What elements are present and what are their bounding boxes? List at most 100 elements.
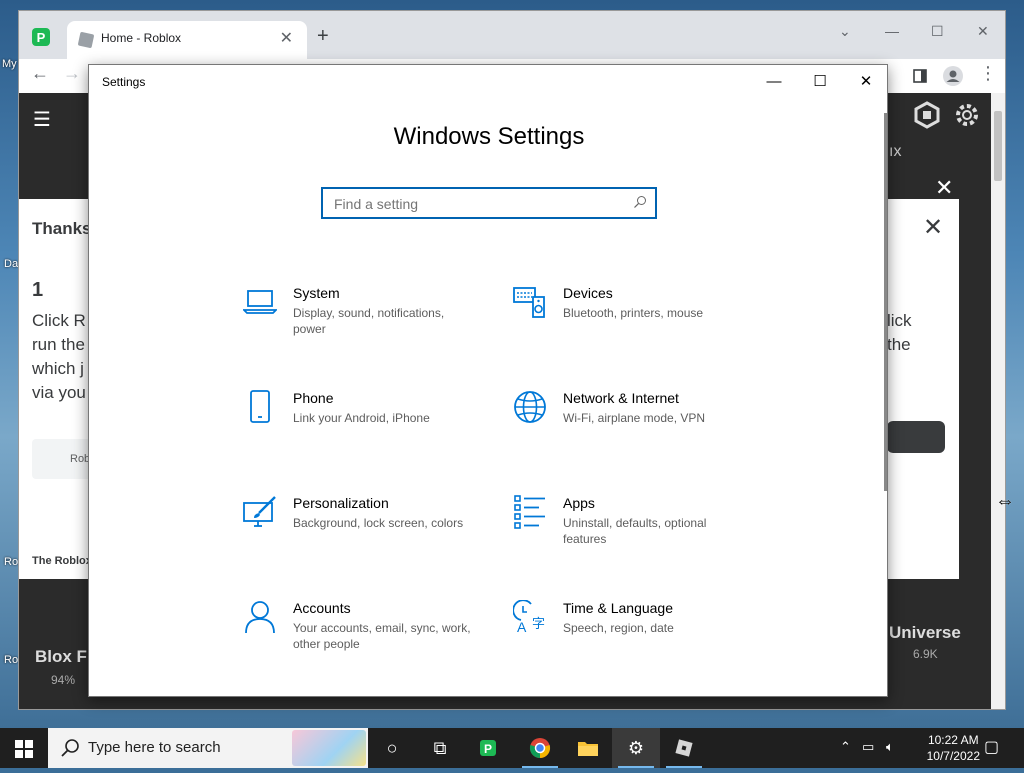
search-icon	[61, 739, 79, 757]
back-button[interactable]: ←	[31, 63, 49, 84]
find-setting-input[interactable]	[334, 196, 624, 212]
clock-time: 10:22 AM	[927, 733, 979, 747]
svg-text:P: P	[37, 30, 46, 45]
item-description: Bluetooth, printers, mouse	[563, 306, 704, 320]
item-title: Network & Internet	[563, 390, 679, 406]
tab-search-chevron-icon[interactable]: ⌄	[839, 23, 851, 40]
roblox-taskbar-icon[interactable]	[660, 728, 708, 768]
item-description: Wi-Fi, airplane mode, VPN	[563, 411, 706, 425]
browser-tab[interactable]: Home - Roblox ✕	[67, 21, 307, 59]
settings-item-apps[interactable]: Apps Uninstall, defaults, optional featu…	[513, 495, 753, 575]
item-title: Personalization	[293, 495, 389, 511]
notifications-icon[interactable]: ▢	[984, 737, 999, 757]
item-title: Phone	[293, 390, 334, 406]
item-title: Apps	[563, 495, 595, 511]
settings-item-accounts[interactable]: Accounts Your accounts, email, sync, wor…	[243, 600, 483, 680]
game-card-title-right[interactable]: Universe	[889, 623, 961, 643]
network-icon[interactable]: ▭	[862, 739, 874, 755]
settings-item-network[interactable]: Network & Internet Wi-Fi, airplane mode,…	[513, 390, 753, 470]
windows-start-icon[interactable]	[15, 740, 33, 758]
settings-window-title: Settings	[102, 75, 146, 89]
chrome-tabstrip: P Home - Roblox ✕ + ⌄ — ☐ ✕	[19, 11, 1005, 59]
settings-scrollbar[interactable]	[884, 113, 887, 491]
taskbar-clock[interactable]: 10:22 AM 10/7/2022	[927, 732, 980, 764]
laptop-icon	[243, 290, 277, 314]
settings-item-time-language[interactable]: A 字 Time & Language Speech, region, date	[513, 600, 753, 680]
svg-text:P: P	[484, 742, 492, 756]
item-description: Link your Android, iPhone	[293, 411, 430, 425]
show-hidden-icons-chevron-icon[interactable]: ⌃	[840, 739, 851, 755]
settings-item-phone[interactable]: Phone Link your Android, iPhone	[243, 390, 483, 470]
file-explorer-icon[interactable]	[564, 728, 612, 768]
settings-window: Settings — ☐ ✕ Windows Settings System D…	[88, 64, 888, 697]
desktop-label: Ro	[4, 654, 19, 666]
keyboard-speaker-icon	[513, 287, 545, 318]
search-highlight-image	[292, 730, 366, 766]
chrome-maximize-button[interactable]: ☐	[931, 23, 944, 40]
app-green-icon[interactable]: P	[31, 27, 51, 47]
task-view-cortana-icon[interactable]: ○	[368, 728, 416, 768]
phone-icon	[250, 390, 270, 423]
volume-icon[interactable]: 🔈︎	[886, 739, 894, 755]
roblox-installer-chip[interactable]: Robl	[32, 439, 93, 479]
game-card-title[interactable]: Blox F	[35, 647, 87, 667]
banner-partial-text: ıx	[889, 143, 902, 160]
settings-taskbar-icon[interactable]: ⚙	[612, 728, 660, 768]
modal-close-icon[interactable]: ✕	[923, 213, 943, 242]
page-scrollbar-thumb[interactable]	[994, 111, 1002, 181]
chrome-minimize-button[interactable]: —	[885, 23, 899, 39]
taskbar: Type here to search ○ ⧉ P ⚙ ⌃ ▭ 🔈︎ 10:22…	[0, 728, 1024, 768]
settings-item-system[interactable]: System Display, sound, notifications, po…	[243, 285, 483, 365]
person-icon	[245, 601, 275, 634]
find-setting-search[interactable]	[321, 187, 657, 219]
settings-heading: Windows Settings	[393, 123, 585, 150]
settings-item-devices[interactable]: Devices Bluetooth, printers, mouse	[513, 285, 753, 365]
item-description: Uninstall, defaults, optional features	[563, 516, 707, 546]
roblox-favicon-icon	[77, 31, 95, 49]
tab-title: Home - Roblox	[101, 31, 182, 45]
chrome-menu-icon[interactable]: ⋮	[979, 63, 997, 84]
chrome-taskbar-icon[interactable]	[516, 728, 564, 768]
clock-date: 10/7/2022	[926, 749, 980, 763]
step-instructions: Click R run the which j via you	[32, 311, 86, 402]
item-description: Your accounts, email, sync, work, other …	[293, 621, 471, 651]
chrome-close-button[interactable]: ✕	[977, 23, 989, 40]
search-icon	[634, 196, 646, 208]
game-card-stat-right: 6.9K	[913, 647, 938, 661]
desktop-label: Ro	[4, 556, 19, 568]
side-panel-icon[interactable]	[913, 69, 927, 83]
item-title: Time & Language	[563, 600, 673, 616]
item-description: Display, sound, notifications, power	[293, 306, 445, 336]
new-tab-button[interactable]: +	[317, 25, 329, 48]
banner-close-icon[interactable]: ✕	[935, 175, 953, 201]
step-instructions-right: lick the	[887, 311, 912, 354]
tab-close-icon[interactable]: ✕	[280, 28, 293, 48]
item-title: Devices	[563, 285, 613, 301]
item-title: System	[293, 285, 340, 301]
settings-gear-icon[interactable]	[953, 101, 981, 129]
item-description: Speech, region, date	[563, 621, 674, 635]
settings-maximize-button[interactable]: ☐	[797, 71, 843, 93]
page-scrollbar[interactable]	[991, 93, 1005, 709]
paintbrush-monitor-icon	[243, 496, 276, 527]
modal-footer: The Roblox	[32, 555, 92, 567]
modal-download-button[interactable]	[887, 421, 945, 453]
svg-text:A: A	[517, 619, 527, 634]
settings-close-button[interactable]: ✕	[843, 71, 889, 93]
taskbar-green-app-icon[interactable]: P	[464, 728, 512, 768]
item-title: Accounts	[293, 600, 351, 616]
robux-icon[interactable]	[913, 101, 941, 129]
apps-list-icon	[514, 495, 545, 529]
taskbar-search-placeholder: Type here to search	[88, 739, 221, 756]
forward-button[interactable]: →	[63, 63, 81, 84]
settings-minimize-button[interactable]: —	[751, 71, 797, 93]
taskbar-search-box[interactable]: Type here to search	[48, 728, 368, 768]
settings-item-personalization[interactable]: Personalization Background, lock screen,…	[243, 495, 483, 575]
hamburger-menu-icon[interactable]: ☰	[33, 107, 51, 132]
profile-avatar-icon[interactable]	[943, 66, 963, 86]
task-view-icon[interactable]: ⧉	[416, 728, 464, 768]
resize-cursor-icon: ⇔	[995, 490, 1015, 512]
globe-icon	[514, 391, 546, 423]
desktop-label: Da	[4, 258, 19, 270]
svg-text:字: 字	[532, 616, 545, 631]
